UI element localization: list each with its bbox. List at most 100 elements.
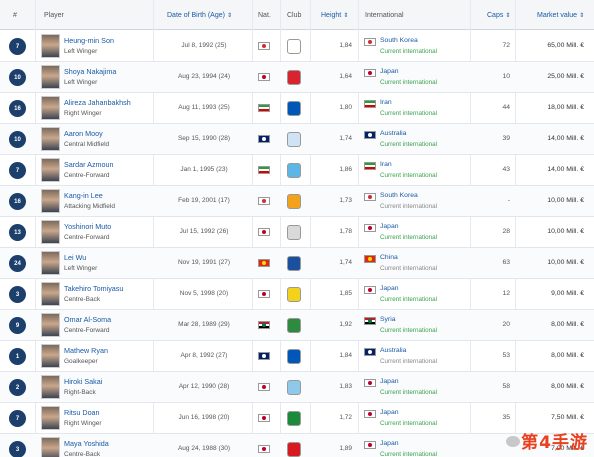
club-crest-icon[interactable] bbox=[287, 380, 301, 395]
international-team-link[interactable]: Japan bbox=[380, 285, 399, 292]
club-crest-icon[interactable] bbox=[287, 256, 301, 271]
player-position: Left Winger bbox=[64, 79, 98, 86]
sort-icon: ⇕ bbox=[579, 12, 585, 19]
club-crest-icon[interactable] bbox=[287, 132, 301, 147]
club-crest-icon[interactable] bbox=[287, 70, 301, 85]
international-team-link[interactable]: Australia bbox=[380, 130, 406, 137]
club-crest-icon[interactable] bbox=[287, 101, 301, 116]
table-row[interactable]: 24 Lei Wu Left Winger Nov 19, 1991 (27) 1,74… bbox=[0, 248, 594, 279]
table-row[interactable]: 2 Hiroki Sakai Right-Back Apr 12, 1990 (28)… bbox=[0, 372, 594, 403]
table-row[interactable]: 9 Omar Al-Soma Centre-Forward Mar 28, 1989 … bbox=[0, 310, 594, 341]
player-name-link[interactable]: Heung-min Son bbox=[64, 36, 114, 45]
player-photo[interactable] bbox=[41, 251, 60, 275]
player-photo[interactable] bbox=[41, 375, 60, 399]
nationality-flag-icon bbox=[258, 73, 270, 81]
club-crest-icon[interactable] bbox=[287, 318, 301, 333]
club-crest-icon[interactable] bbox=[287, 39, 301, 54]
international-flag-icon bbox=[364, 131, 376, 139]
table-row[interactable]: 3 Maya Yoshida Centre-Back Aug 24, 1988 (30… bbox=[0, 434, 594, 457]
header-dob[interactable]: Date of Birth (Age) ⇕ bbox=[167, 0, 232, 30]
club-crest-icon[interactable] bbox=[287, 349, 301, 364]
player-name-link[interactable]: Lei Wu bbox=[64, 253, 86, 262]
player-photo[interactable] bbox=[41, 34, 60, 58]
table-row[interactable]: 13 Yoshinori Muto Centre-Forward Jul 15, 19… bbox=[0, 217, 594, 248]
player-position: Attacking Midfield bbox=[64, 203, 115, 210]
player-name-link[interactable]: Sardar Azmoun bbox=[64, 160, 114, 169]
player-photo[interactable] bbox=[41, 65, 60, 89]
player-name-link[interactable]: Takehiro Tomiyasu bbox=[64, 284, 123, 293]
player-name-link[interactable]: Maya Yoshida bbox=[64, 439, 109, 448]
international-team-link[interactable]: Japan bbox=[380, 409, 399, 416]
international-team-link[interactable]: Australia bbox=[380, 347, 406, 354]
market-value: 14,00 Mill. € bbox=[547, 166, 584, 173]
international-team-link[interactable]: Iran bbox=[380, 99, 392, 106]
international-flag-icon bbox=[364, 224, 376, 232]
international-team-link[interactable]: Japan bbox=[380, 440, 399, 447]
player-photo[interactable] bbox=[41, 158, 60, 182]
player-name-link[interactable]: Omar Al-Soma bbox=[64, 315, 111, 324]
player-photo[interactable] bbox=[41, 406, 60, 430]
player-height: 1,80 bbox=[339, 104, 352, 111]
international-team-link[interactable]: Japan bbox=[380, 223, 399, 230]
international-team-link[interactable]: South Korea bbox=[380, 37, 418, 44]
player-name-link[interactable]: Aaron Mooy bbox=[64, 129, 103, 138]
market-value: 8,00 Mill. € bbox=[551, 383, 584, 390]
header-height[interactable]: Height ⇕ bbox=[321, 0, 348, 30]
table-row[interactable]: 16 Kang-in Lee Attacking Midfield Feb 19, 2… bbox=[0, 186, 594, 217]
international-team-link[interactable]: South Korea bbox=[380, 192, 418, 199]
club-crest-icon[interactable] bbox=[287, 225, 301, 240]
table-row[interactable]: 7 Ritsu Doan Right Winger Jun 16, 1998 (20)… bbox=[0, 403, 594, 434]
player-photo[interactable] bbox=[41, 220, 60, 244]
header-market-value[interactable]: Market value ⇕ bbox=[537, 0, 584, 30]
player-name-link[interactable]: Alireza Jahanbakhsh bbox=[64, 98, 131, 107]
club-crest-icon[interactable] bbox=[287, 163, 301, 178]
club-crest-icon[interactable] bbox=[287, 442, 301, 457]
table-row[interactable]: 7 Heung-min Son Left Winger Jul 8, 1992 (25… bbox=[0, 31, 594, 62]
player-name-link[interactable]: Hiroki Sakai bbox=[64, 377, 102, 386]
club-crest-icon[interactable] bbox=[287, 411, 301, 426]
date-of-birth: Nov 5, 1998 (20) bbox=[179, 290, 229, 297]
player-name-link[interactable]: Mathew Ryan bbox=[64, 346, 108, 355]
international-flag-icon bbox=[364, 193, 376, 201]
header-caps[interactable]: Caps ⇕ bbox=[487, 0, 510, 30]
player-photo[interactable] bbox=[41, 127, 60, 151]
player-name-link[interactable]: Shoya Nakajima bbox=[64, 67, 116, 76]
international-flag-icon bbox=[364, 255, 376, 263]
player-photo[interactable] bbox=[41, 282, 60, 306]
international-team-link[interactable]: Japan bbox=[380, 378, 399, 385]
player-photo[interactable] bbox=[41, 313, 60, 337]
player-height: 1,74 bbox=[339, 135, 352, 142]
international-team-link[interactable]: China bbox=[380, 254, 398, 261]
player-photo[interactable] bbox=[41, 344, 60, 368]
nationality-flag-icon bbox=[258, 228, 270, 236]
international-team-link[interactable]: Iran bbox=[380, 161, 392, 168]
market-value: 10,00 Mill. € bbox=[547, 259, 584, 266]
table-row[interactable]: 10 Shoya Nakajima Left Winger Aug 23, 1994 … bbox=[0, 62, 594, 93]
player-name-link[interactable]: Yoshinori Muto bbox=[64, 222, 111, 231]
table-row[interactable]: 1 Mathew Ryan Goalkeeper Apr 8, 1992 (27) 1,… bbox=[0, 341, 594, 372]
nationality-flag-icon bbox=[258, 414, 270, 422]
international-team-link[interactable]: Syria bbox=[380, 316, 396, 323]
table-row[interactable]: 10 Aaron Mooy Central Midfield Sep 15, 1990… bbox=[0, 124, 594, 155]
player-height: 1,78 bbox=[339, 228, 352, 235]
table-row[interactable]: 16 Alireza Jahanbakhsh Right Winger Aug 11,… bbox=[0, 93, 594, 124]
date-of-birth: Nov 19, 1991 (27) bbox=[177, 259, 231, 266]
international-team-link[interactable]: Japan bbox=[380, 68, 399, 75]
nationality-flag-icon bbox=[258, 135, 270, 143]
player-photo[interactable] bbox=[41, 437, 60, 457]
player-position: Centre-Back bbox=[64, 451, 101, 457]
player-photo[interactable] bbox=[41, 96, 60, 120]
club-crest-icon[interactable] bbox=[287, 287, 301, 302]
club-crest-icon[interactable] bbox=[287, 194, 301, 209]
shirt-number-badge: 10 bbox=[9, 131, 26, 148]
player-photo[interactable] bbox=[41, 189, 60, 213]
market-value: 10,00 Mill. € bbox=[547, 197, 584, 204]
table-row[interactable]: 3 Takehiro Tomiyasu Centre-Back Nov 5, 1998… bbox=[0, 279, 594, 310]
nationality-flag-icon bbox=[258, 166, 270, 174]
player-name-link[interactable]: Ritsu Doan bbox=[64, 408, 100, 417]
international-status: Current international bbox=[380, 420, 438, 427]
player-name-link[interactable]: Kang-in Lee bbox=[64, 191, 103, 200]
caps-count: 72 bbox=[502, 42, 510, 49]
table-row[interactable]: 7 Sardar Azmoun Centre-Forward Jan 1, 1995 … bbox=[0, 155, 594, 186]
player-position: Right Winger bbox=[64, 110, 102, 117]
